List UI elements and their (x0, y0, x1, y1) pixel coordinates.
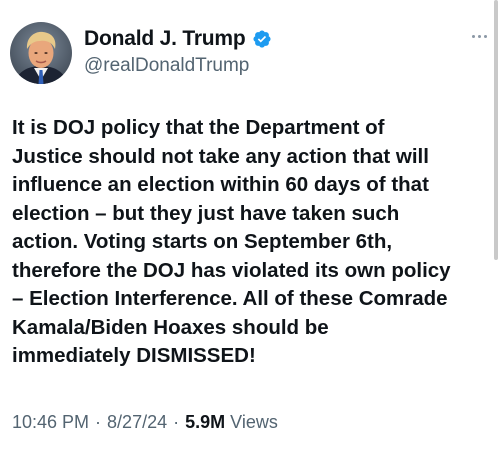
scrollbar[interactable] (494, 0, 498, 260)
meta-separator: · (173, 412, 180, 432)
more-options-icon[interactable] (468, 28, 490, 44)
tweet-meta: 10:46 PM · 8/27/24 · 5.9M Views (12, 412, 278, 433)
meta-separator: · (95, 412, 102, 432)
more-dot (483, 34, 487, 38)
tweet-card: Donald J. Trump @realDonaldTrump It is D… (0, 0, 500, 452)
author-names: Donald J. Trump @realDonaldTrump (84, 26, 272, 77)
tweet-text: It is DOJ policy that the Department of … (12, 116, 451, 367)
views-label: Views (230, 412, 278, 432)
tweet-time[interactable]: 10:46 PM (12, 412, 89, 433)
tweet-header: Donald J. Trump @realDonaldTrump (10, 22, 490, 86)
avatar-image (10, 22, 72, 84)
verified-badge-icon (252, 29, 272, 49)
more-dot (477, 34, 481, 38)
tweet-date[interactable]: 8/27/24 (107, 412, 167, 433)
display-name[interactable]: Donald J. Trump (84, 27, 246, 51)
avatar[interactable] (10, 22, 72, 84)
views-count[interactable]: 5.9M (185, 412, 225, 433)
more-dot (471, 34, 475, 38)
name-row: Donald J. Trump (84, 26, 272, 52)
handle[interactable]: @realDonaldTrump (84, 55, 272, 77)
